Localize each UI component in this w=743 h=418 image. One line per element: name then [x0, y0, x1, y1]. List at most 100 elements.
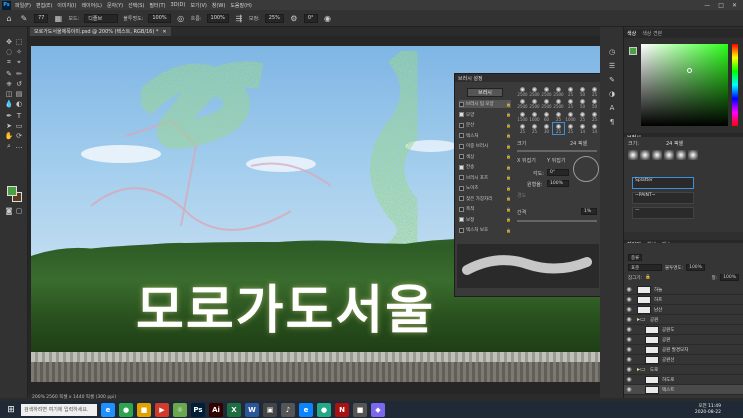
lock-icon[interactable]: 🔒 [506, 175, 511, 180]
visibility-eye-icon[interactable]: ◉ [624, 346, 634, 353]
brush-settings-header[interactable]: 브러시 설정 [455, 74, 601, 82]
menu-item[interactable]: 레이어(L) [81, 2, 102, 9]
taskbar-app-icon[interactable]: ♪ [281, 402, 295, 417]
lock-icon[interactable]: 🔒 [645, 275, 651, 280]
color-field[interactable] [641, 44, 728, 126]
brush-tip-preset[interactable]: 50 [577, 86, 588, 97]
lock-icon[interactable]: 🔒 [506, 144, 511, 149]
eraser-tool-icon[interactable]: ◫ [4, 89, 14, 99]
shape-tool-icon[interactable]: ▭ [14, 121, 24, 131]
option-checkbox[interactable] [459, 133, 464, 138]
taskbar-app-icon[interactable]: N [335, 402, 349, 417]
brush-tip-preset[interactable]: 2500 [553, 86, 564, 97]
angle-field[interactable]: 0° [547, 169, 569, 176]
character-icon[interactable]: A [607, 103, 617, 113]
option-checkbox[interactable] [459, 112, 464, 117]
blur-tool-icon[interactable]: 💧 [4, 99, 14, 109]
taskbar-app-icon[interactable]: e [299, 402, 313, 417]
visibility-eye-icon[interactable]: ◉ [624, 336, 634, 343]
magic-wand-icon[interactable]: ✧ [14, 47, 24, 57]
stamp-tool-icon[interactable]: ⎈ [4, 79, 14, 89]
brush-tip-preset[interactable]: 2500 [517, 86, 528, 97]
layer-row[interactable]: ◉ 공원선 [624, 355, 743, 365]
recent-brush-icon[interactable] [664, 150, 674, 160]
flip-y-checkbox[interactable]: Y 뒤집기 [547, 157, 565, 164]
system-clock[interactable]: 오전 11:49 2020-08-22 [695, 404, 743, 416]
option-checkbox[interactable] [459, 196, 464, 201]
brush-tip-preset[interactable]: 25 [529, 123, 540, 134]
adjustments-icon[interactable]: ◑ [607, 89, 617, 99]
gradient-tool-icon[interactable]: ▤ [14, 89, 24, 99]
brush-size-field[interactable]: 77 [34, 13, 49, 23]
brush-option-row[interactable]: 모양 🔒 [459, 111, 511, 119]
menu-item[interactable]: 편집(E) [36, 2, 52, 9]
taskbar-app-icon[interactable]: ● [317, 402, 331, 417]
brush-tip-preset[interactable]: 25 [589, 86, 600, 97]
layer-row[interactable]: ◉ 하늘 [624, 285, 743, 295]
flow-field[interactable]: 100% [206, 13, 229, 23]
layer-row[interactable]: ◉ 공원도 [624, 325, 743, 335]
pressure-opacity-icon[interactable]: ◎ [176, 13, 186, 23]
brush-option-row[interactable]: 브러시 팁 모양 🔒 [459, 100, 511, 108]
brush-tip-preset[interactable]: 1000 [565, 111, 576, 122]
brush-option-row[interactable]: 젖은 가장자리 🔒 [459, 195, 511, 203]
history-brush-icon[interactable]: ↺ [14, 79, 24, 89]
brush-option-row[interactable]: 축적 🔒 [459, 205, 511, 213]
home-icon[interactable]: ⌂ [4, 13, 14, 23]
color-panel-foreground-swatch[interactable] [629, 47, 637, 55]
menu-item[interactable]: 도움말(H) [230, 2, 251, 9]
brush-tip-preset[interactable]: 14 [589, 123, 600, 134]
more-tools-icon[interactable]: … [14, 141, 24, 151]
taskbar-app-icon[interactable]: ■ [353, 402, 367, 417]
brush-option-row[interactable]: 노이즈 🔒 [459, 184, 511, 192]
mode-select[interactable]: 디졸브 [84, 13, 119, 23]
visibility-eye-icon[interactable]: ◉ [624, 316, 634, 323]
brush-option-row[interactable]: 분산 🔒 [459, 121, 511, 129]
paragraph-icon[interactable]: ¶ [607, 117, 617, 127]
layer-row[interactable]: ◉ 하프 [624, 295, 743, 305]
move-tool-icon[interactable]: ✥ [4, 37, 14, 47]
opacity-field[interactable]: 100% [148, 13, 171, 23]
lock-icon[interactable]: 🔒 [506, 102, 511, 107]
lock-icon[interactable]: 🔒 [506, 165, 511, 170]
menu-item[interactable]: 문자(Y) [107, 2, 123, 9]
option-checkbox[interactable] [459, 227, 464, 233]
visibility-eye-icon[interactable]: ◉ [624, 286, 634, 293]
brush-tip-preset[interactable]: 1500 [517, 111, 528, 122]
brush-option-row[interactable]: 색상 🔒 [459, 153, 511, 161]
menu-item[interactable]: 창(W) [212, 2, 225, 9]
layer-row[interactable]: ◉ 하도로 [624, 375, 743, 385]
path-select-icon[interactable]: ➤ [4, 121, 14, 131]
brush-tip-preset[interactable]: 14 [577, 123, 588, 134]
hand-tool-icon[interactable]: ✋ [4, 131, 14, 141]
visibility-eye-icon[interactable]: ◉ [624, 366, 634, 373]
option-checkbox[interactable] [459, 217, 464, 222]
brush-tip-preset[interactable]: 2500 [517, 98, 528, 109]
roundness-field[interactable]: 100% [547, 180, 569, 187]
quick-mask-icon[interactable]: ◙ [4, 206, 14, 216]
lock-icon[interactable]: 🔒 [506, 196, 511, 201]
color-panel-tab[interactable]: 색상 [627, 30, 636, 37]
menu-item[interactable]: 3D(D) [171, 2, 186, 9]
menu-item[interactable]: 필터(T) [149, 2, 165, 9]
airbrush-icon[interactable]: ⇶ [234, 13, 244, 23]
recent-brush-icon[interactable] [628, 150, 638, 160]
layer-opacity-field[interactable]: 100% [686, 264, 705, 271]
layer-group-row[interactable]: ◉ ▸▭ 공원 [624, 315, 743, 325]
layer-row[interactable]: ◉ 공원 [624, 335, 743, 345]
close-icon[interactable]: ✕ [732, 2, 737, 9]
taskbar-app-icon[interactable]: ■ [137, 402, 151, 417]
brush-preset-item[interactable]: Splatter [632, 177, 694, 189]
option-checkbox[interactable] [459, 122, 464, 128]
brush-tool-icon[interactable]: ✎ [19, 13, 29, 23]
history-icon[interactable]: ◷ [607, 47, 617, 57]
recent-brush-icon[interactable] [676, 150, 686, 160]
taskbar-app-icon[interactable]: ☼ [173, 402, 187, 417]
brush-tip-preset[interactable]: 25 [577, 111, 588, 122]
fill-field[interactable]: 100% [720, 274, 739, 281]
brush-option-row[interactable]: 전송 🔒 [459, 163, 511, 171]
taskbar-app-icon[interactable]: X [227, 402, 241, 417]
maximize-icon[interactable]: □ [718, 2, 724, 9]
layer-row[interactable]: ◉ 공원 발경모자 [624, 345, 743, 355]
recent-brush-icon[interactable] [688, 150, 698, 160]
